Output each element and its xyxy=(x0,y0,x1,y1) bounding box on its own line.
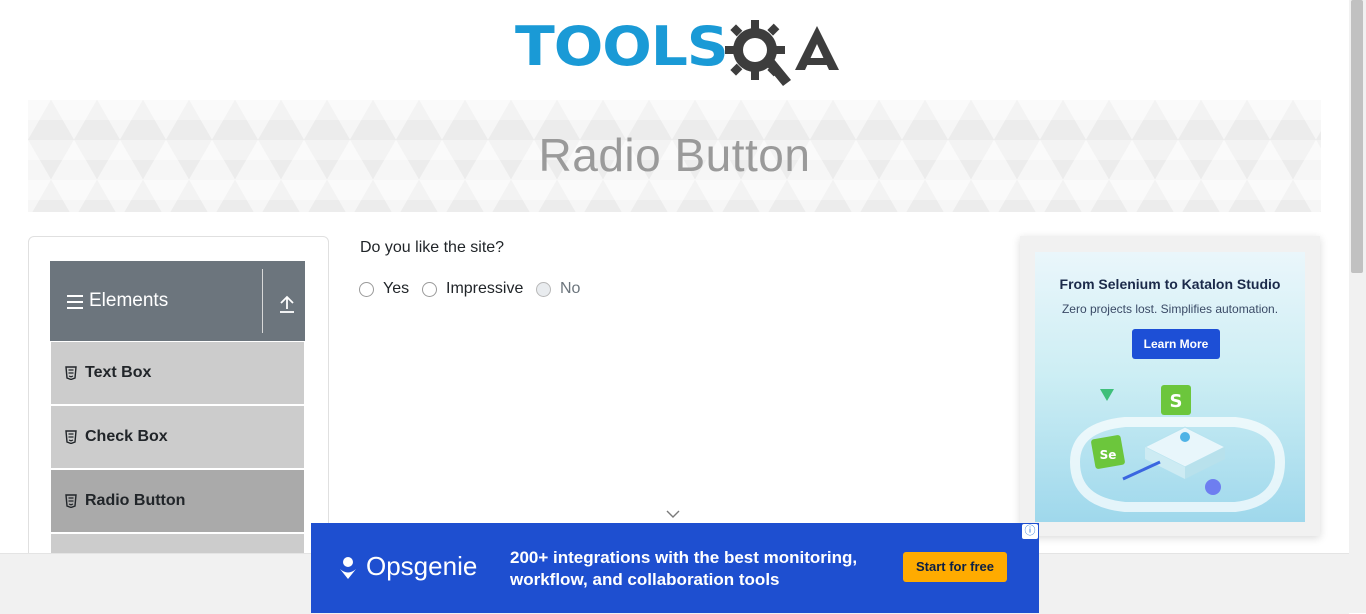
radio-impressive[interactable] xyxy=(422,281,437,297)
opsgenie-logo-icon xyxy=(340,557,356,579)
ad-subtext: Zero projects lost. Simplifies automatio… xyxy=(1061,302,1279,316)
sidebar-item-check-box[interactable]: Check Box xyxy=(51,406,304,470)
ad-text: 200+ integrations with the best monitori… xyxy=(510,548,858,589)
svg-text:Se: Se xyxy=(1100,448,1117,462)
html5-icon xyxy=(65,430,77,444)
logo-letter-a xyxy=(795,26,839,70)
learn-more-button[interactable]: Learn More xyxy=(1132,329,1220,359)
sidebar-item-label: Check Box xyxy=(85,428,168,445)
elements-group-header[interactable]: Elements xyxy=(50,261,305,341)
sidebar-item-label: Radio Button xyxy=(85,492,186,509)
question-text: Do you like the site? xyxy=(360,239,505,256)
ad-info-icon[interactable]: ⓘ xyxy=(1022,524,1038,539)
radio-yes-label[interactable]: Yes xyxy=(383,280,409,298)
toolsqa-logo[interactable]: TOOLS xyxy=(515,14,840,92)
radio-no xyxy=(536,281,551,297)
gear-magnifier-icon xyxy=(725,20,791,86)
radio-option-no: No xyxy=(536,279,580,299)
sidebar-item-radio-button[interactable]: Radio Button xyxy=(51,470,304,534)
start-for-free-button[interactable]: Start for free xyxy=(903,552,1007,582)
chevron-down-icon[interactable] xyxy=(666,509,680,519)
upload-arrow-icon[interactable] xyxy=(278,294,296,314)
sidebar-item-label: Text Box xyxy=(85,364,152,381)
html5-icon xyxy=(65,366,77,380)
ad-brand: Opsgenie xyxy=(366,551,478,581)
radio-yes[interactable] xyxy=(359,281,374,297)
page-banner: Radio Button xyxy=(28,100,1321,212)
site-header: TOOLS xyxy=(0,0,1349,100)
group-title: Elements xyxy=(89,290,169,311)
logo-text: TOOLS xyxy=(515,15,729,78)
opsgenie-ad[interactable]: Opsgenie 200+ integrations with the best… xyxy=(311,523,1039,613)
svg-text:S: S xyxy=(1170,391,1183,412)
html5-icon xyxy=(65,494,77,508)
ad-headline: From Selenium to Katalon Studio xyxy=(1059,276,1281,292)
divider xyxy=(262,269,263,333)
hamburger-icon xyxy=(67,295,83,313)
katalon-ad[interactable]: From Selenium to Katalon Studio Zero pro… xyxy=(1035,252,1305,522)
scrollbar-thumb[interactable] xyxy=(1351,0,1363,273)
page-title: Radio Button xyxy=(538,129,811,181)
radio-option-impressive[interactable]: Impressive xyxy=(422,279,523,299)
radio-no-label: No xyxy=(560,280,581,297)
sidebar-item-text-box[interactable]: Text Box xyxy=(51,342,304,406)
radio-option-yes[interactable]: Yes xyxy=(359,279,409,299)
radio-impressive-label[interactable]: Impressive xyxy=(446,280,523,298)
sidebar-panel: Elements Text Box Check Box Radio Button xyxy=(28,236,329,578)
katalon-illustration: S Se xyxy=(1069,385,1286,512)
